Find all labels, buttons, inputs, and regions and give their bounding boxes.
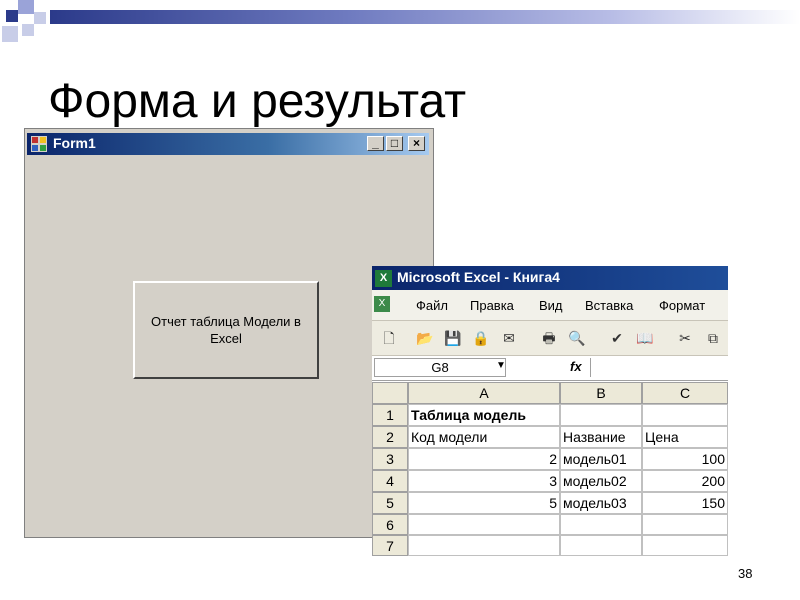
excel-doc-icon: X xyxy=(374,296,390,312)
decor-square xyxy=(6,10,18,22)
menu-format[interactable]: Формат xyxy=(659,298,705,313)
cell-a1[interactable]: Таблица модель xyxy=(408,404,560,426)
spreadsheet-grid: A B C 1 Таблица модель 2 Код модели Назв… xyxy=(372,382,728,556)
decor-square xyxy=(18,0,34,14)
cell-b7[interactable] xyxy=(560,535,642,556)
cell-a6[interactable] xyxy=(408,514,560,535)
menu-edit[interactable]: Правка xyxy=(470,298,514,313)
cell-a4[interactable]: 3 xyxy=(408,470,560,492)
chevron-down-icon[interactable]: ▼ xyxy=(496,360,506,371)
excel-menubar: X Файл Правка Вид Вставка Формат xyxy=(372,290,728,321)
decor-top-bar xyxy=(50,10,800,24)
name-box-value: G8 xyxy=(431,360,449,375)
cell-a7[interactable] xyxy=(408,535,560,556)
cell-c5[interactable]: 150 xyxy=(642,492,728,514)
cell-a5[interactable]: 5 xyxy=(408,492,560,514)
research-icon[interactable]: 📖 xyxy=(636,329,654,347)
cell-c7[interactable] xyxy=(642,535,728,556)
print-preview-icon[interactable]: 🔍 xyxy=(568,329,586,347)
decor-square xyxy=(22,24,34,36)
menu-view[interactable]: Вид xyxy=(539,298,563,313)
excel-window: X Microsoft Excel - Книга4 X Файл Правка… xyxy=(372,266,728,556)
minimize-button[interactable]: _ xyxy=(367,136,384,151)
slide-page-number: 38 xyxy=(738,566,753,581)
menu-insert[interactable]: Вставка xyxy=(585,298,633,313)
formula-input[interactable] xyxy=(590,358,727,377)
cell-b2[interactable]: Название xyxy=(560,426,642,448)
permission-icon[interactable]: 🔒 xyxy=(472,329,490,347)
fx-icon[interactable]: fx xyxy=(570,359,582,374)
row-header[interactable]: 2 xyxy=(372,426,408,448)
save-icon[interactable]: 💾 xyxy=(444,329,462,347)
decor-square xyxy=(34,12,46,24)
email-icon[interactable]: ✉ xyxy=(500,329,518,347)
cell-b6[interactable] xyxy=(560,514,642,535)
column-header-c[interactable]: C xyxy=(642,382,728,404)
cell-b4[interactable]: модель02 xyxy=(560,470,642,492)
column-header-b[interactable]: B xyxy=(560,382,642,404)
name-box[interactable]: G8 xyxy=(374,358,506,377)
cell-a3[interactable]: 2 xyxy=(408,448,560,470)
cell-b1[interactable] xyxy=(560,404,642,426)
form1-title: Form1 xyxy=(53,135,96,151)
cell-c2[interactable]: Цена xyxy=(642,426,728,448)
excel-titlebar[interactable]: X Microsoft Excel - Книга4 xyxy=(372,266,728,290)
column-header-a[interactable]: A xyxy=(408,382,560,404)
row-header[interactable]: 5 xyxy=(372,492,408,514)
row-header[interactable]: 4 xyxy=(372,470,408,492)
excel-icon: X xyxy=(375,270,392,287)
form1-titlebar[interactable]: Form1 _ □ × xyxy=(27,133,429,155)
spelling-icon[interactable]: ✔ xyxy=(608,329,626,347)
select-all-corner[interactable] xyxy=(372,382,408,404)
cell-b5[interactable]: модель03 xyxy=(560,492,642,514)
row-header[interactable]: 7 xyxy=(372,535,408,556)
close-button[interactable]: × xyxy=(408,136,425,151)
cell-c4[interactable]: 200 xyxy=(642,470,728,492)
cell-c3[interactable]: 100 xyxy=(642,448,728,470)
cell-c1[interactable] xyxy=(642,404,728,426)
form-app-icon xyxy=(31,136,47,152)
menu-file[interactable]: Файл xyxy=(416,298,448,313)
open-icon[interactable]: 📂 xyxy=(416,329,434,347)
cell-a2[interactable]: Код модели xyxy=(408,426,560,448)
cell-b3[interactable]: модель01 xyxy=(560,448,642,470)
slide-title: Форма и результат xyxy=(48,75,467,128)
maximize-button[interactable]: □ xyxy=(386,136,403,151)
decor-square xyxy=(2,26,18,42)
cut-icon[interactable]: ✂ xyxy=(676,329,694,347)
formula-bar: G8 ▼ fx xyxy=(372,356,728,381)
report-to-excel-button[interactable]: Отчет таблица Модели в Excel xyxy=(133,281,319,379)
print-icon[interactable]: 🖶 xyxy=(540,329,558,347)
excel-toolbar: 🗋 📂 💾 🔒 ✉ 🖶 🔍 ✔ 📖 ✂ ⧉ xyxy=(372,321,728,356)
row-header[interactable]: 3 xyxy=(372,448,408,470)
row-header[interactable]: 6 xyxy=(372,514,408,535)
excel-title: Microsoft Excel - Книга4 xyxy=(397,269,560,285)
new-icon[interactable]: 🗋 xyxy=(380,329,398,347)
cell-c6[interactable] xyxy=(642,514,728,535)
row-header[interactable]: 1 xyxy=(372,404,408,426)
copy-icon[interactable]: ⧉ xyxy=(704,329,722,347)
